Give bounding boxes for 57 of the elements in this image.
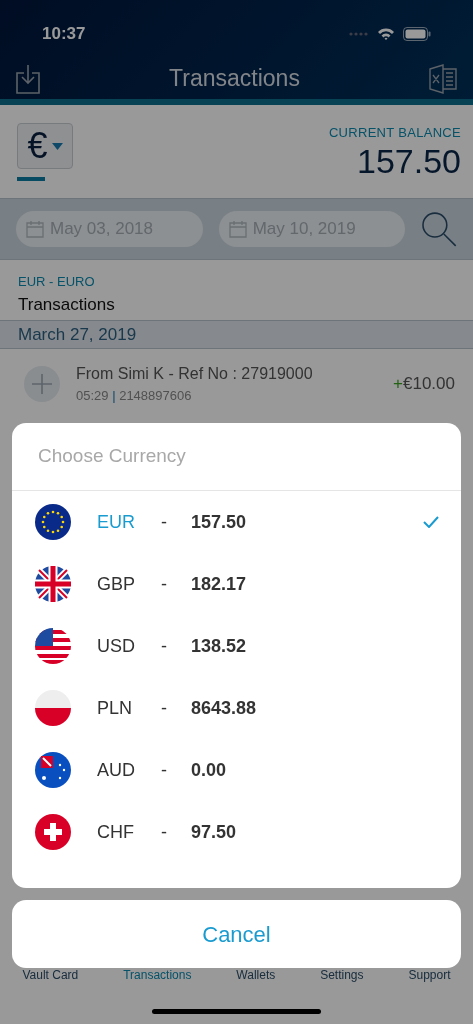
wifi-icon: [377, 27, 395, 41]
currency-option[interactable]: EUR - 157.50: [12, 491, 461, 553]
australia-flag-icon: [35, 752, 71, 788]
currency-code: USD: [97, 634, 136, 658]
currency-code: CHF: [97, 820, 135, 844]
currency-code: GBP: [97, 572, 136, 596]
tab-item[interactable]: Settings: [320, 966, 364, 984]
currency-amount: 8643.88: [191, 696, 258, 720]
transaction-amount: +€10.00: [393, 373, 455, 396]
currency-option[interactable]: GBP - 182.17: [12, 553, 461, 615]
currency-code: EUR: [97, 510, 136, 534]
currency-amount: 182.17: [191, 572, 248, 596]
dash-separator: -: [161, 758, 168, 782]
add-icon: [24, 366, 60, 402]
currency-name: EUR - EURO: [18, 273, 96, 291]
currency-option[interactable]: CHF - 97.50: [12, 801, 461, 863]
currency-option[interactable]: PLN - 8643.88: [12, 677, 461, 739]
poland-flag-icon: [35, 690, 71, 726]
sheet-title: Choose Currency: [38, 444, 186, 469]
dash-separator: -: [161, 634, 168, 658]
eu-flag-icon: [35, 504, 71, 540]
balance-amount: 157.50: [356, 142, 461, 180]
currency-amount: 0.00: [191, 758, 228, 782]
date-header: March 27, 2019: [0, 320, 473, 349]
tab-item[interactable]: Vault Card: [22, 966, 79, 984]
download-icon[interactable]: [16, 63, 40, 94]
us-flag-icon: [35, 628, 71, 664]
currency-option[interactable]: AUD - 0.00: [12, 739, 461, 801]
caret-icon: [51, 142, 63, 150]
dash-separator: -: [161, 572, 168, 596]
status-time: 10:37: [42, 23, 86, 46]
uk-flag-icon: [35, 566, 71, 602]
dash-separator: -: [161, 820, 168, 844]
currency-amount: 157.50: [191, 510, 248, 534]
currency-amount: 97.50: [191, 820, 238, 844]
balance-label: CURRENT BALANCE: [328, 124, 461, 142]
tab-item[interactable]: Support: [408, 966, 451, 984]
search-icon[interactable]: [421, 211, 457, 247]
currency-code: PLN: [97, 696, 133, 720]
currency-amount: 138.52: [191, 634, 248, 658]
transaction-meta: 05:29 | 2148897606: [76, 387, 193, 406]
dash-separator: -: [161, 510, 168, 534]
cancel-button[interactable]: Cancel: [12, 900, 461, 968]
currency-code: AUD: [97, 758, 136, 782]
dash-separator: -: [161, 696, 168, 720]
tab-item[interactable]: Transactions: [123, 966, 192, 984]
tab-item[interactable]: Wallets: [236, 966, 276, 984]
calendar-icon: [26, 220, 44, 238]
spreadsheet-icon[interactable]: [429, 63, 457, 94]
transaction-description: From Simi K - Ref No : 27919000: [76, 364, 314, 385]
swiss-flag-icon: [35, 814, 71, 850]
section-title: Transactions: [18, 293, 116, 316]
currency-option[interactable]: USD - 138.52: [12, 615, 461, 677]
currency-selector[interactable]: €: [17, 123, 73, 169]
calendar-icon: [228, 220, 247, 238]
screen-title: Transactions: [169, 64, 300, 94]
signal-icon: [349, 32, 369, 36]
